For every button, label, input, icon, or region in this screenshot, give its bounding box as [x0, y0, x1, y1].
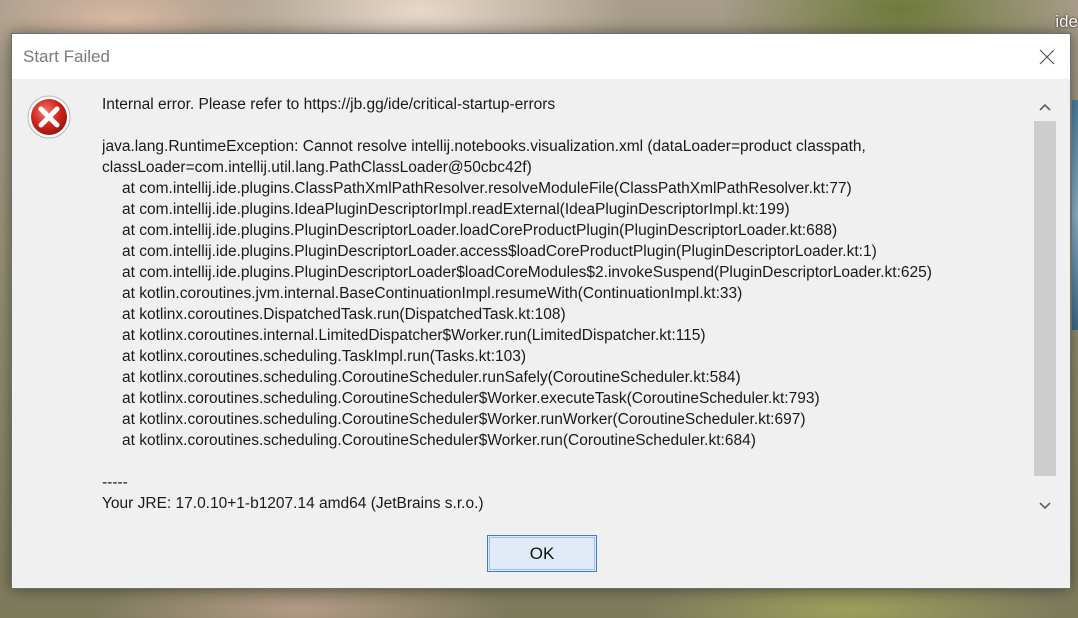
- stack-frame: at com.intellij.ide.plugins.ClassPathXml…: [122, 180, 852, 197]
- dialog-title: Start Failed: [23, 47, 110, 66]
- stack-frame: at kotlinx.coroutines.scheduling.Corouti…: [122, 432, 756, 449]
- stack-frame: at com.intellij.ide.plugins.IdeaPluginDe…: [122, 201, 790, 218]
- stack-frame: at kotlinx.coroutines.DispatchedTask.run…: [122, 306, 566, 323]
- scroll-down-button[interactable]: [1032, 493, 1058, 519]
- chevron-down-icon: [1039, 502, 1051, 510]
- error-message-area[interactable]: Internal error. Please refer to https://…: [102, 94, 1030, 519]
- jre-info: Your JRE: 17.0.10+1-b1207.14 amd64 (JetB…: [102, 495, 484, 512]
- close-icon: [1039, 49, 1055, 64]
- exception-line: java.lang.RuntimeException: Cannot resol…: [102, 138, 866, 155]
- start-failed-dialog: Start Failed Internal error. Please refe…: [11, 33, 1071, 589]
- background-window-edge: [1072, 100, 1078, 330]
- exception-line: classLoader=com.intellij.util.lang.PathC…: [102, 159, 532, 176]
- stack-frame: at com.intellij.ide.plugins.PluginDescri…: [122, 243, 877, 260]
- close-button[interactable]: [1024, 34, 1070, 79]
- stack-frame: at kotlinx.coroutines.scheduling.Corouti…: [122, 411, 806, 428]
- stack-frame: at kotlinx.coroutines.internal.LimitedDi…: [122, 327, 706, 344]
- error-header: Internal error. Please refer to https://…: [102, 96, 556, 113]
- error-icon: [27, 95, 71, 139]
- stack-frame: at kotlin.coroutines.jvm.internal.BaseCo…: [122, 285, 743, 302]
- stack-frame: at kotlinx.coroutines.scheduling.TaskImp…: [122, 348, 527, 365]
- chevron-up-icon: [1039, 103, 1051, 111]
- stack-frame: at kotlinx.coroutines.scheduling.Corouti…: [122, 369, 741, 386]
- scroll-thumb[interactable]: [1034, 121, 1056, 476]
- stack-frame: at com.intellij.ide.plugins.PluginDescri…: [122, 264, 932, 281]
- stack-frame: at com.intellij.ide.plugins.PluginDescri…: [122, 222, 838, 239]
- background-app-label: ide: [1055, 12, 1078, 31]
- vertical-scrollbar[interactable]: [1032, 94, 1058, 519]
- scroll-up-button[interactable]: [1032, 94, 1058, 120]
- separator-line: -----: [102, 474, 128, 491]
- stack-frame: at kotlinx.coroutines.scheduling.Corouti…: [122, 390, 820, 407]
- dialog-titlebar[interactable]: Start Failed: [12, 34, 1070, 79]
- ok-button[interactable]: OK: [487, 535, 597, 572]
